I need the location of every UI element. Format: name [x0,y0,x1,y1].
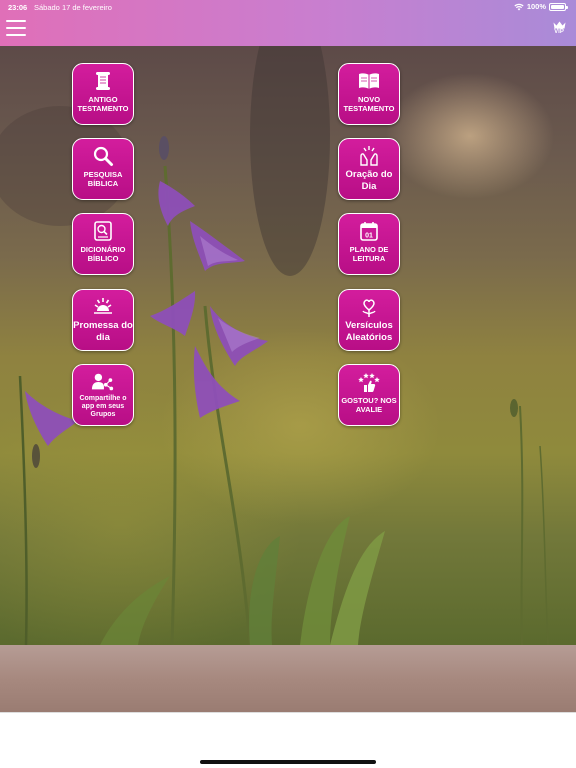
lower-photo-strip [0,645,576,712]
dictionary-icon [94,221,112,241]
tile-label: Versículos Aleatórios [345,320,393,343]
tile-promessa-do-dia[interactable]: Promessa do dia [72,289,134,351]
tile-label: Compartilhe o app em seus Grupos [79,395,127,418]
vip-label: VIP [554,29,564,35]
sun-icon [94,298,112,314]
battery-percent: 100% [526,2,546,11]
tile-label: ANTIGO TESTAMENTO [77,95,129,113]
tile-gostou-nos-avalie[interactable]: GOSTOU? NOS AVALIE [338,364,400,426]
status-bar: 23:06 Sábado 17 de fevereiro 100% [0,0,576,14]
praying-hands-icon [360,146,378,166]
wifi-icon [514,3,524,10]
tile-label: Oração do Dia [345,169,393,192]
tile-label: PESQUISA BÍBLICA [83,170,123,188]
tile-label: NOVO TESTAMENTO [343,95,395,113]
status-time: 23:06 [8,3,28,12]
calendar-icon: 01 [360,222,378,241]
heart-flower-icon [362,299,376,317]
rating-thumbs-up-icon [358,373,380,392]
tile-label: PLANO DE LEITURA [349,245,389,263]
tile-novo-testamento[interactable]: NOVO TESTAMENTO [338,63,400,125]
calendar-day: 01 [365,233,373,240]
tile-label: Promessa do dia [73,320,133,343]
app-header: 23:06 Sábado 17 de fevereiro 100% VIP [0,0,576,46]
home-indicator[interactable] [200,760,376,764]
status-right: 100% [514,2,568,11]
share-people-icon [91,373,114,391]
tile-versiculos-aleatorios[interactable]: Versículos Aleatórios [338,289,400,351]
crown-icon [553,21,565,29]
tile-antigo-testamento[interactable]: ANTIGO TESTAMENTO [72,63,134,125]
hamburger-menu-icon[interactable] [6,20,26,36]
battery-icon [549,2,568,11]
tile-pesquisa-biblica[interactable]: PESQUISA BÍBLICA [72,138,134,200]
status-date: Sábado 17 de fevereiro [34,3,112,12]
tile-plano-de-leitura[interactable]: 01 PLANO DE LEITURA [338,213,400,275]
tile-label: GOSTOU? NOS AVALIE [341,396,397,414]
scroll-icon [96,72,110,90]
open-book-icon [359,73,379,89]
magnifier-icon [93,146,113,166]
vip-button[interactable]: VIP [551,21,567,39]
tile-label: DICIONÁRIO BÍBLICO [80,245,126,263]
tile-oracao-do-dia[interactable]: Oração do Dia [338,138,400,200]
tile-dicionario-biblico[interactable]: DICIONÁRIO BÍBLICO [72,213,134,275]
tile-compartilhe[interactable]: Compartilhe o app em seus Grupos [72,364,134,426]
